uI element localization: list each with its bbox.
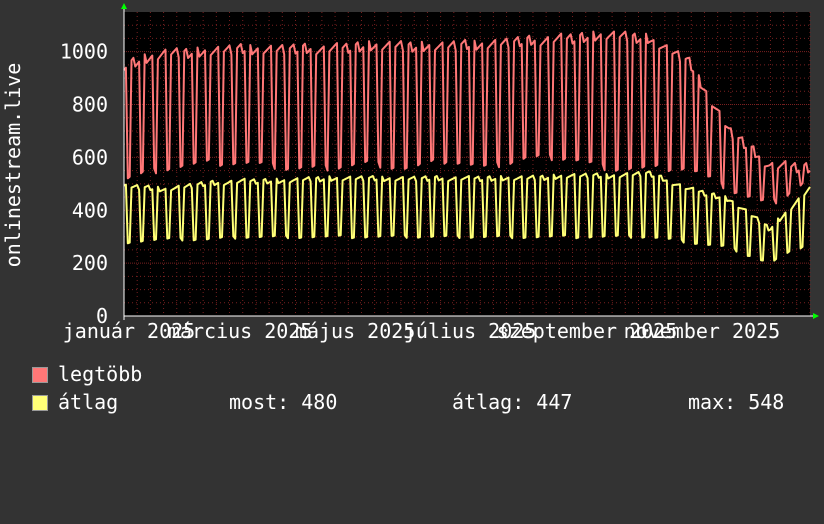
chart: 02004006008001000 január 2025március 202… [1, 3, 819, 343]
x-tick-label: március 2025 [168, 319, 313, 343]
y-axis-ticks: 02004006008001000 [60, 40, 108, 328]
y-axis-label: onlinestream.live [1, 63, 25, 268]
legend-label-legtobb: legtöbb [58, 362, 143, 386]
x-axis-ticks: január 2025március 2025május 2025július … [63, 319, 780, 343]
stat-max: max: 548 [688, 390, 785, 414]
y-tick-label: 1000 [60, 40, 108, 64]
x-axis-arrow [813, 313, 819, 319]
stat-most: most: 480 [229, 390, 338, 414]
stat-atlag: átlag: 447 [452, 390, 573, 414]
y-axis-arrow [121, 3, 127, 9]
y-tick-label: 600 [72, 145, 108, 169]
legend-item-legtobb: legtöbb [32, 363, 812, 385]
y-tick-label: 800 [72, 93, 108, 117]
y-tick-label: 200 [72, 251, 108, 275]
legend-label-atlag: átlag [58, 390, 119, 414]
x-tick-label: november 2025 [624, 319, 781, 343]
x-tick-label: május 2025 [295, 319, 415, 343]
y-tick-label: 400 [72, 198, 108, 222]
atlag-swatch [32, 395, 48, 411]
legend-item-atlag: átlag most: 480 átlag: 447 max: 548 [32, 391, 812, 413]
legtobb-swatch [32, 367, 48, 383]
